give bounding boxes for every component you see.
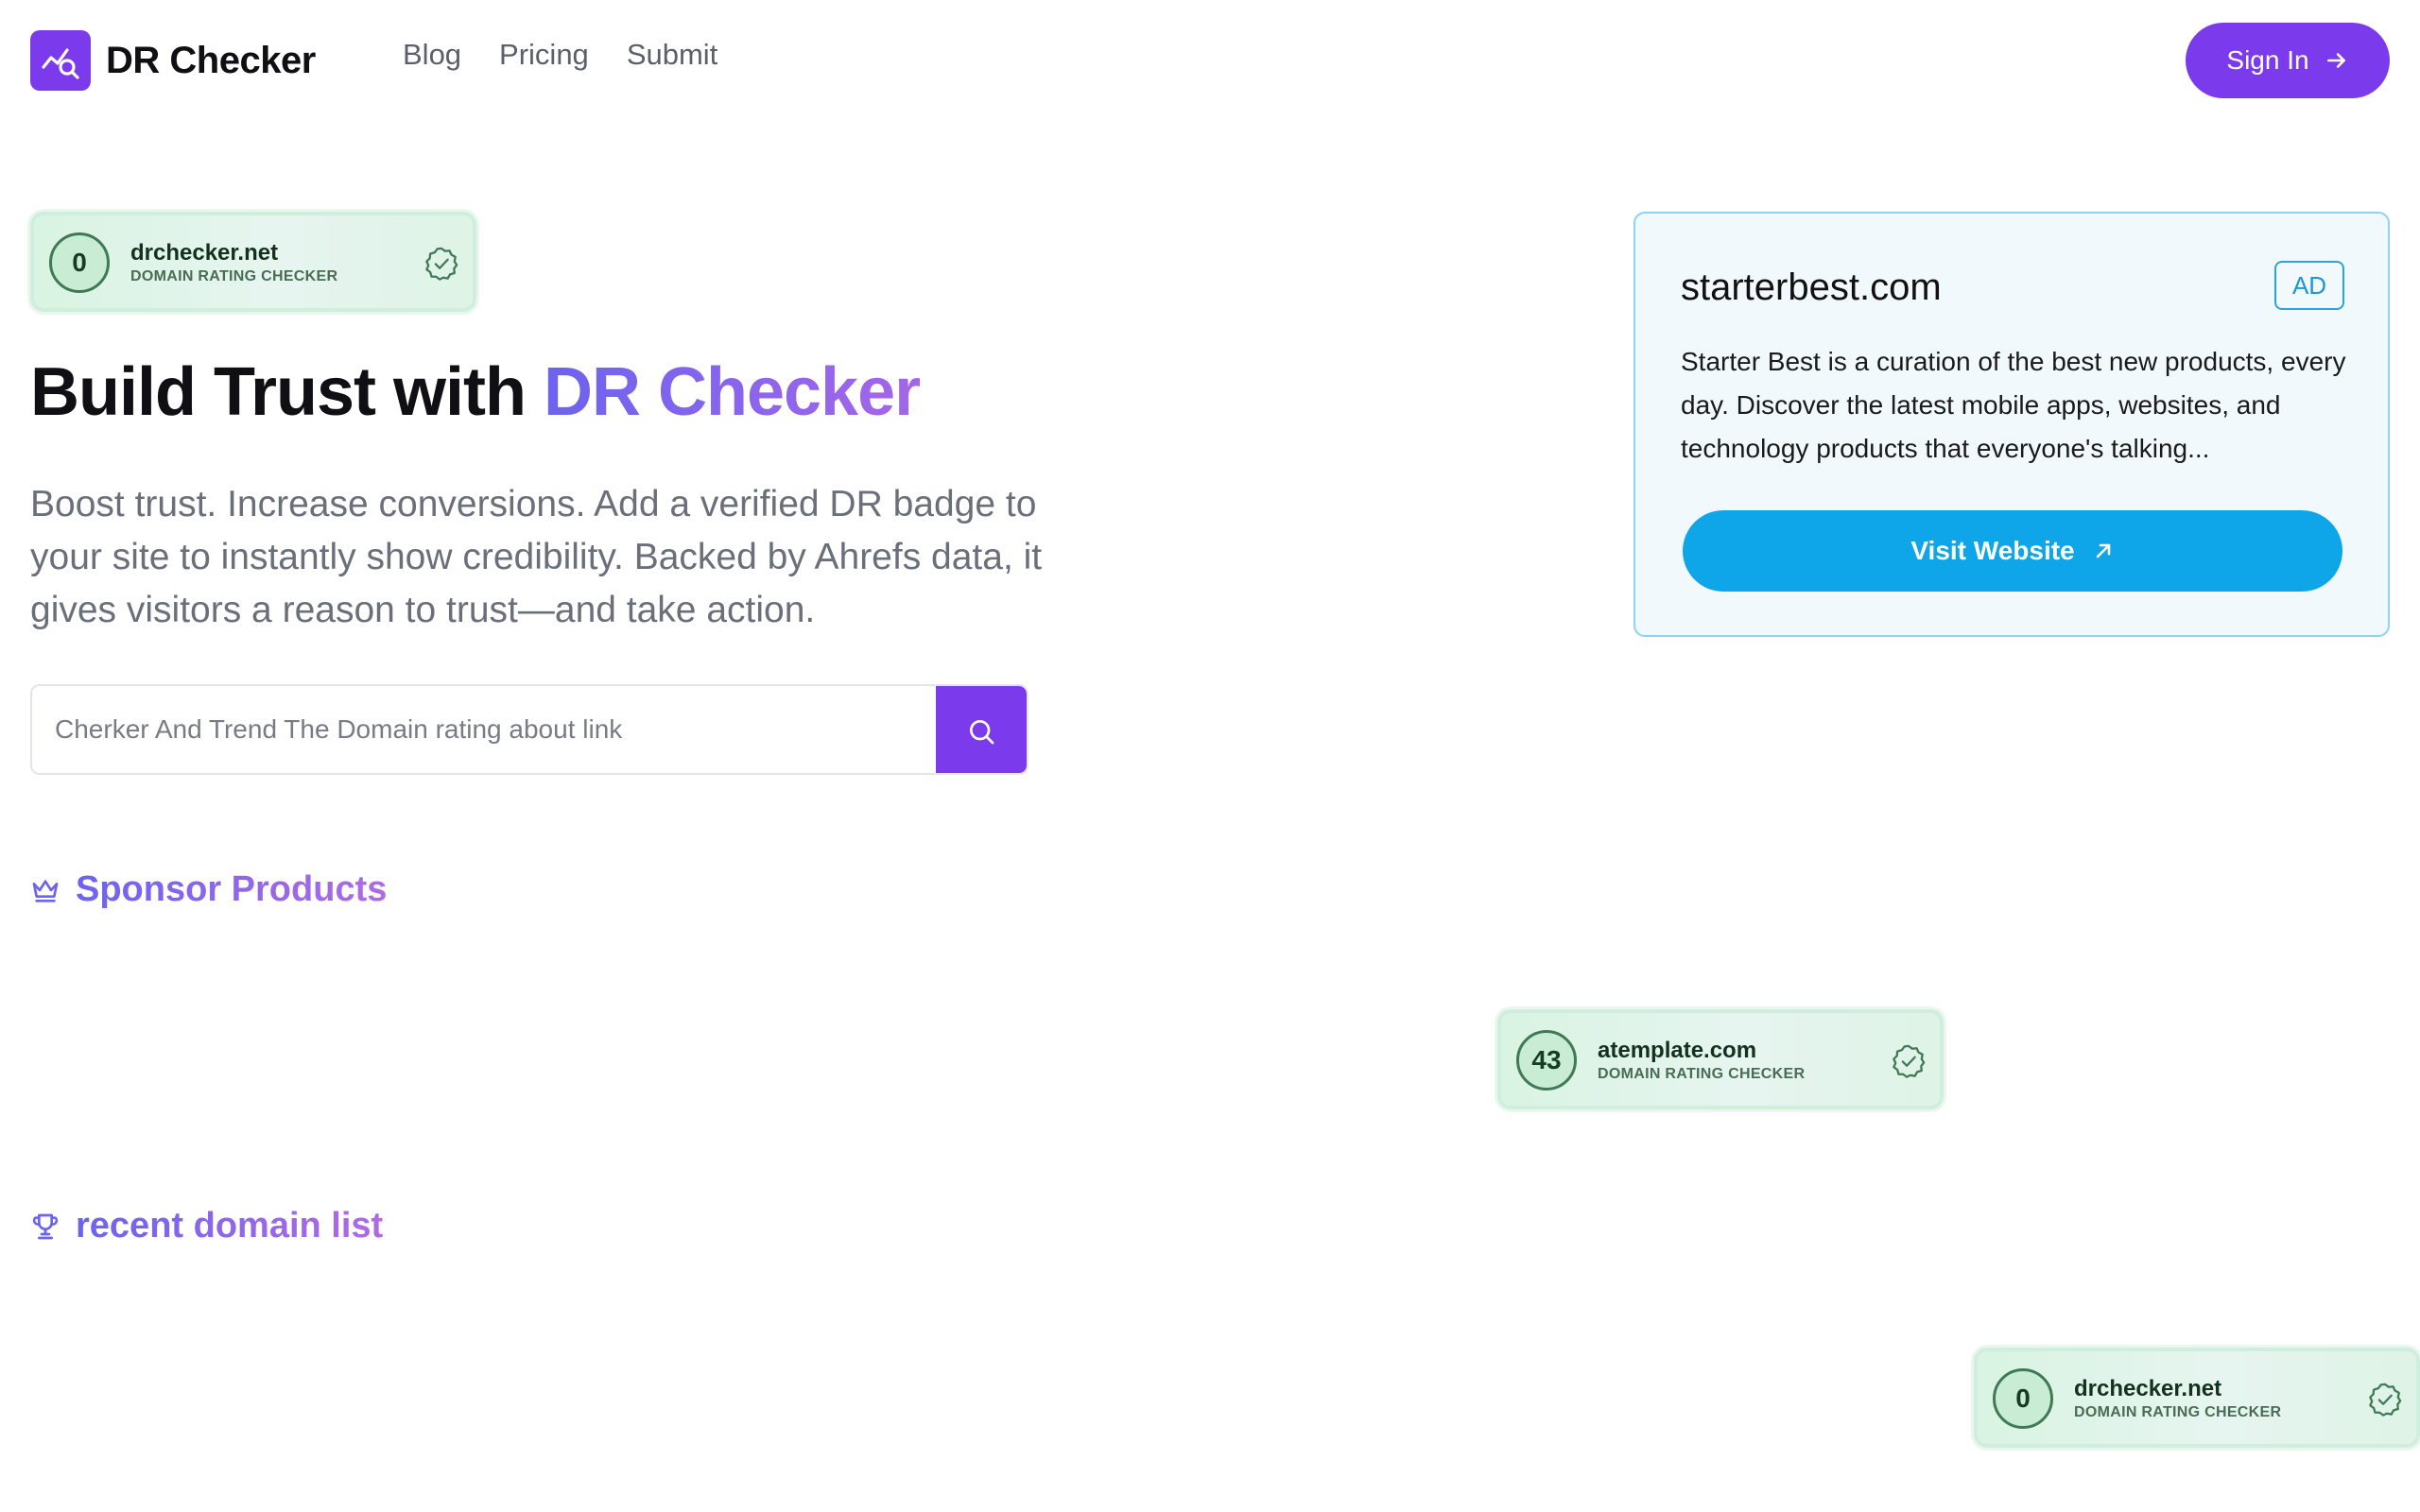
brand-logo[interactable]: DR Checker	[30, 30, 316, 91]
badge-domain: atemplate.com	[1598, 1038, 1757, 1063]
hero-description: Boost trust. Increase conversions. Add a…	[30, 484, 1043, 630]
visit-website-button[interactable]: Visit Website	[1683, 510, 2342, 592]
nav-blog[interactable]: Blog	[403, 38, 461, 72]
verified-check-icon	[1893, 1044, 1926, 1078]
sponsor-section-label: Sponsor Products	[76, 869, 388, 909]
ad-description: Starter Best is a curation of the best n…	[1681, 347, 2346, 463]
nav-submit[interactable]: Submit	[627, 38, 717, 72]
hero-title-prefix: Build Trust with	[30, 354, 544, 430]
sign-in-button[interactable]: Sign In	[2186, 23, 2390, 98]
arrow-right-icon	[2326, 53, 2345, 68]
ad-domain[interactable]: starterbest.com	[1681, 266, 1942, 309]
dr-score: 0	[1993, 1368, 2053, 1429]
sign-in-label: Sign In	[2226, 45, 2309, 75]
main-nav: Blog Pricing Submit	[403, 38, 717, 72]
dr-badge-recent[interactable]: 0 drchecker.net DOMAIN RATING CHECKER	[1974, 1348, 2420, 1448]
ad-tag: AD	[2274, 261, 2344, 310]
domain-search	[30, 684, 1028, 775]
nav-pricing[interactable]: Pricing	[499, 38, 589, 72]
external-arrow-icon	[2096, 543, 2110, 558]
dr-badge-sponsor[interactable]: 43 atemplate.com DOMAIN RATING CHECKER	[1497, 1009, 1944, 1109]
hero-title: Build Trust with DR Checker	[30, 353, 921, 431]
dr-badge-hero[interactable]: 0 drchecker.net DOMAIN RATING CHECKER	[30, 212, 476, 312]
dr-score: 43	[1516, 1030, 1577, 1091]
ad-card: starterbest.com AD Starter Best is a cur…	[1634, 212, 2390, 637]
crown-icon	[32, 879, 59, 902]
badge-domain: drchecker.net	[2074, 1376, 2222, 1401]
badge-subtitle: DOMAIN RATING CHECKER	[2074, 1404, 2282, 1420]
badge-subtitle: DOMAIN RATING CHECKER	[130, 268, 338, 284]
verified-check-icon	[2369, 1383, 2402, 1417]
search-button[interactable]	[936, 686, 1027, 773]
badge-domain: drchecker.net	[130, 240, 279, 266]
search-icon	[970, 720, 994, 745]
trophy-icon	[32, 1213, 59, 1239]
visit-website-label: Visit Website	[1910, 536, 2075, 565]
brand-name: DR Checker	[106, 39, 316, 81]
dr-score: 0	[49, 232, 110, 293]
domain-search-input[interactable]	[32, 686, 936, 773]
chart-search-icon	[30, 30, 91, 91]
sponsor-section-title: Sponsor Products	[30, 869, 387, 910]
recent-section-label: recent domain list	[76, 1206, 384, 1246]
verified-check-icon	[425, 247, 458, 281]
hero-title-accent: DR Checker	[543, 354, 921, 430]
recent-section-title: recent domain list	[30, 1206, 383, 1246]
page: DR Checker Blog Pricing Submit Sign In 0…	[0, 0, 2420, 1512]
badge-subtitle: DOMAIN RATING CHECKER	[1598, 1066, 1806, 1082]
